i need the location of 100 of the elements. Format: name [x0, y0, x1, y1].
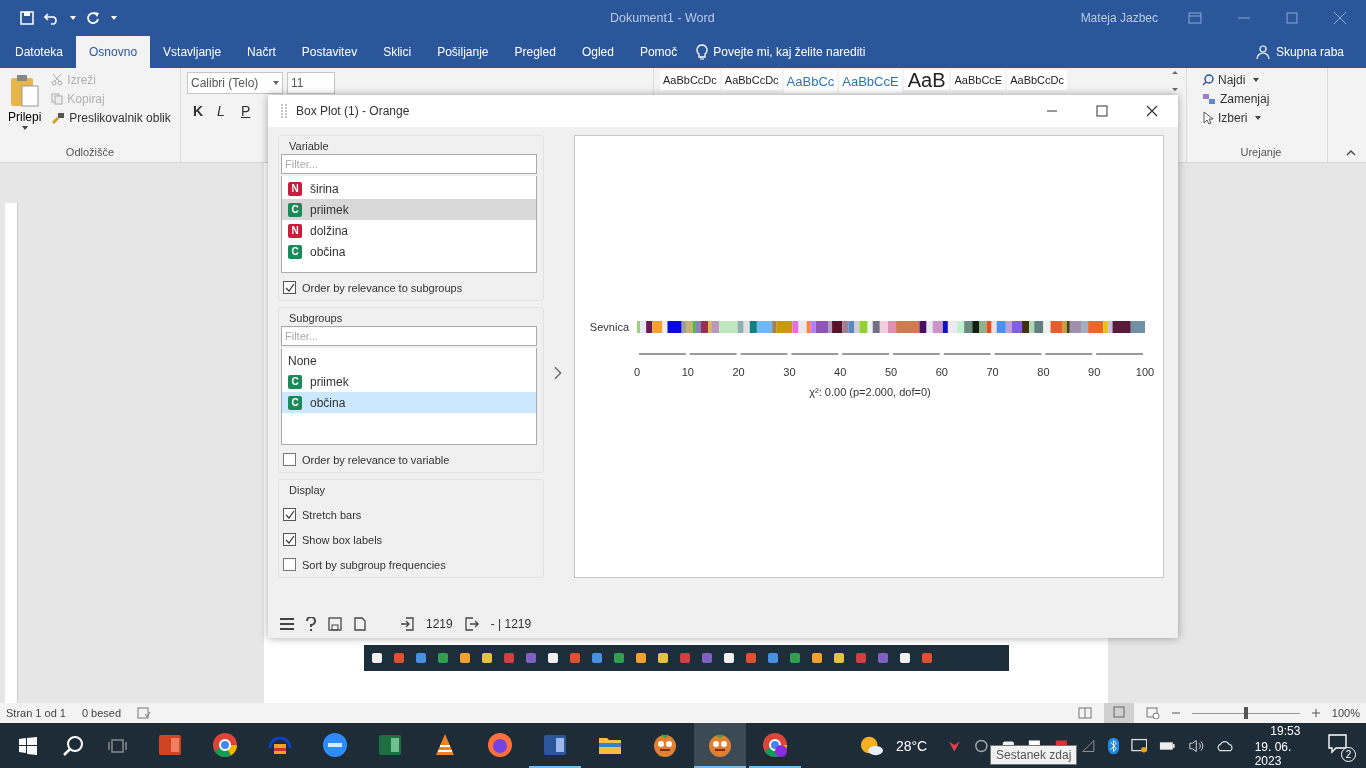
font-style-button[interactable]: L [211, 100, 231, 122]
onedrive-cloud-icon[interactable] [1216, 738, 1235, 753]
proofing-icon[interactable] [137, 707, 152, 719]
zoom-slider-thumb[interactable] [1243, 707, 1248, 719]
format-button[interactable]: Preslikovalnik oblik [49, 110, 173, 126]
list-item[interactable]: N dolžina [282, 220, 537, 241]
clipboard-icon [9, 74, 40, 108]
redo-icon[interactable] [86, 11, 100, 25]
axis-tick-label: 90 [1088, 365, 1101, 378]
read-mode-icon[interactable] [1077, 707, 1092, 719]
checkbox[interactable]: Sort by subgroup frequencies [281, 558, 538, 571]
clock[interactable]: 19:53 19. 06. 2023 [1254, 723, 1317, 768]
user-name[interactable]: Mateja Jazbec [1080, 11, 1158, 25]
ribbon-tab[interactable]: Datoteka [2, 36, 77, 68]
ribbon-tab[interactable]: Ogled [568, 36, 627, 68]
list-item[interactable]: C priimek [282, 371, 537, 392]
save-image-icon[interactable] [328, 617, 342, 631]
bluetooth-icon[interactable] [1107, 736, 1119, 755]
battery-icon[interactable] [1159, 739, 1176, 752]
list-item[interactable]: N širina [282, 178, 537, 199]
font-style-button[interactable]: P [235, 100, 255, 122]
ribbon-tab[interactable]: Pregled [501, 36, 569, 68]
ribbon-tab[interactable]: Sklici [370, 36, 425, 68]
undo-icon[interactable] [44, 11, 60, 25]
caret-icon[interactable] [70, 16, 76, 20]
filter-field[interactable]: Filter... [281, 154, 538, 174]
save-icon[interactable] [20, 11, 34, 25]
share-button[interactable]: Skupna raba [1249, 36, 1350, 68]
style-preview[interactable]: AaBbCc [783, 70, 838, 93]
axis-tick-label: 100 [1135, 365, 1155, 378]
customize-caret-icon[interactable] [110, 15, 118, 21]
copy-icon [51, 93, 64, 105]
category-label: Sevnica [589, 320, 629, 333]
style-preview[interactable]: AaBbCcE [839, 70, 902, 93]
caret-icon [1253, 78, 1260, 82]
select-button[interactable]: Izberi [1201, 110, 1321, 126]
start-icon[interactable] [18, 735, 38, 756]
output-count: - | 1219 [490, 617, 532, 631]
collapse-ribbon-icon[interactable] [1346, 150, 1356, 156]
network-icon[interactable] [1080, 737, 1096, 754]
bar-segment [964, 320, 973, 333]
caret-icon [1255, 116, 1262, 120]
checkbox[interactable]: Order by relevance to subgroups [281, 281, 538, 294]
menu-icon[interactable] [280, 618, 294, 630]
weather-temperature[interactable]: 28°C [895, 737, 928, 754]
axis-tick-label: 40 [834, 365, 847, 378]
report-icon[interactable] [354, 617, 366, 631]
help-icon[interactable] [306, 617, 316, 631]
list-item[interactable]: C občina [282, 392, 537, 413]
maximize-icon[interactable] [1096, 105, 1108, 117]
categorical-variable-icon: C [288, 244, 302, 259]
ribbon-tab[interactable]: Osnovno [76, 36, 151, 68]
replace-button[interactable]: Zamenjaj [1201, 91, 1321, 107]
style-preview[interactable]: AaBbCcDc [660, 70, 720, 90]
checkbox[interactable]: Show box labels [281, 533, 538, 546]
close-icon[interactable] [1146, 105, 1158, 117]
list-item[interactable]: C priimek [282, 199, 537, 220]
ribbon-tab[interactable]: Pomoč [626, 36, 691, 68]
ribbon-tab[interactable]: Vstavljanje [150, 36, 235, 68]
axis-tick-label: 20 [732, 365, 745, 378]
tell-me-search[interactable]: Povejte mi, kaj želite narediti [696, 36, 866, 68]
list-item[interactable]: None [282, 350, 537, 371]
paste-button[interactable]: Prilepi [6, 72, 44, 132]
collapse-panel-icon[interactable] [554, 365, 562, 380]
search-icon[interactable] [62, 734, 84, 757]
zoom-level[interactable]: 100% [1331, 707, 1360, 719]
page-count[interactable]: Stran 1 od 1 [6, 707, 66, 719]
font-size-dropdown[interactable]: 11 [287, 72, 335, 94]
display-icon[interactable] [1130, 737, 1148, 754]
mascot-face-app-icon[interactable] [694, 723, 746, 768]
dialog-title: Box Plot (1) - Orange [296, 104, 410, 118]
caret-icon [273, 81, 279, 85]
task-view-icon[interactable] [108, 737, 128, 754]
axis-tick-label: 50 [884, 365, 898, 378]
axis-tick-label: 30 [783, 365, 796, 378]
ribbon-tab[interactable]: Pošiljanje [424, 36, 502, 68]
find-button[interactable]: Najdi [1201, 72, 1321, 88]
numeric-variable-icon: N [288, 223, 302, 238]
style-preview[interactable]: AaBbCcDc [721, 70, 782, 90]
checkbox[interactable]: Order by relevance to variable [281, 453, 538, 466]
ribbon-tab[interactable]: Načrt [234, 36, 289, 68]
page-icon [1111, 706, 1126, 718]
word-count[interactable]: 0 besed [81, 707, 122, 719]
output-icon [464, 617, 479, 631]
input-icon [400, 617, 414, 631]
volume-icon[interactable] [1187, 737, 1205, 754]
zoom-in-icon[interactable] [1311, 709, 1320, 717]
style-preview[interactable]: AaBbCcE [951, 70, 1006, 90]
checkbox[interactable]: Stretch bars [281, 508, 538, 521]
font-style-button[interactable]: K [187, 100, 207, 122]
filter-field[interactable]: Filter... [281, 326, 538, 346]
lightbulb-icon [696, 44, 709, 60]
style-preview[interactable]: AaB [903, 70, 950, 90]
web-layout-icon[interactable] [1145, 707, 1160, 719]
style-preview[interactable]: AaBbCcDc [1007, 70, 1067, 90]
axis-tick-label: 60 [935, 365, 948, 378]
font-family-dropdown[interactable]: Calibri (Telo) [187, 72, 283, 94]
weather-icon[interactable] [860, 734, 884, 757]
ribbon-tab[interactable]: Postavitev [288, 36, 371, 68]
list-item[interactable]: C občina [282, 241, 537, 262]
